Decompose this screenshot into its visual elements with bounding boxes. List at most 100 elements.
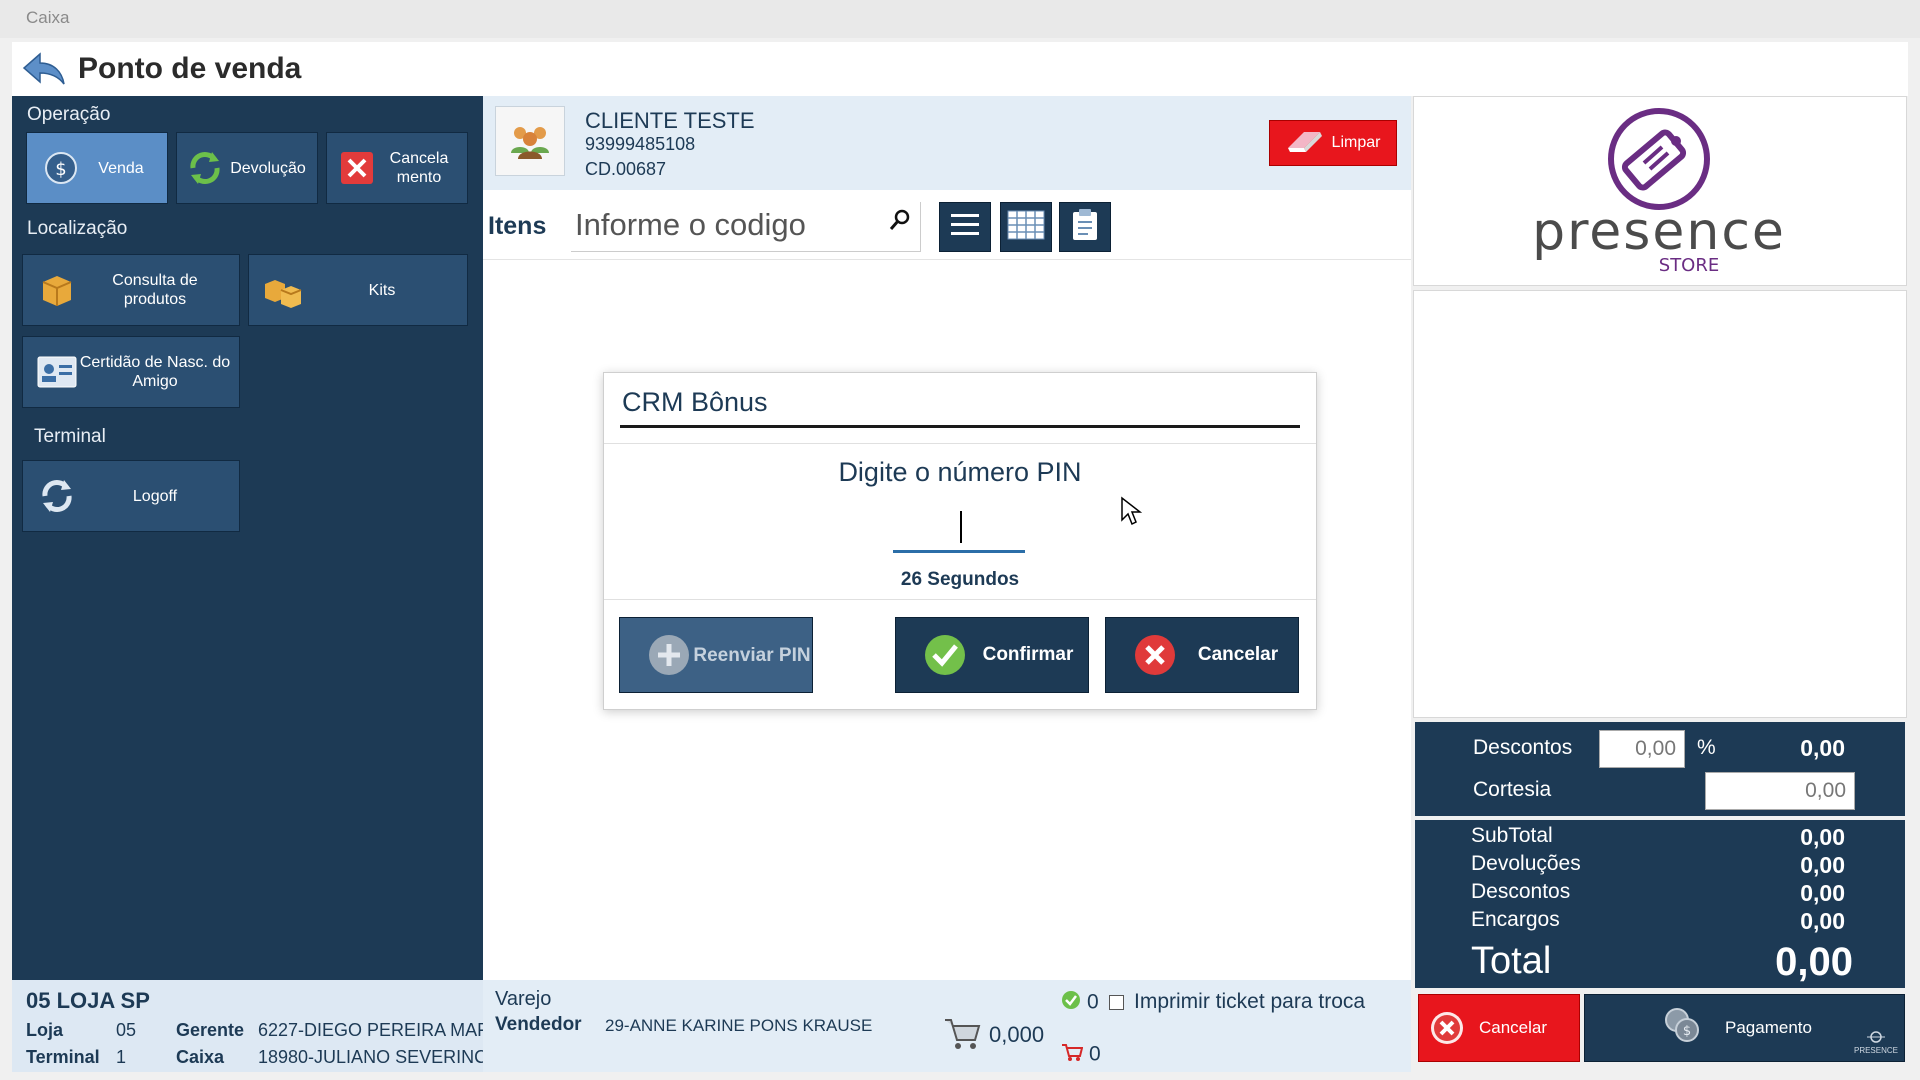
subtotal-label: SubTotal [1471,824,1553,847]
check-circle-icon [1061,990,1081,1016]
shopping-cart-icon [943,1014,981,1058]
confirm-button[interactable]: Confirmar [895,617,1089,693]
brand-logo-box: presence STORE [1413,96,1907,286]
print-ticket-checkbox[interactable]: Imprimir ticket para troca [1109,990,1365,1014]
dialog-divider [604,599,1316,600]
left-panel: Operação $ Venda Devolução Cancela mento… [12,96,483,980]
page-title: Ponto de venda [78,52,302,85]
vendedor-label: Vendedor [495,1014,582,1035]
mouse-cursor-icon [1120,496,1143,531]
store-info-panel: 05 LOJA SP Loja 05 Gerente 6227-DIEGO PEREI… [12,980,488,1072]
limpar-button[interactable]: Limpar [1269,120,1397,166]
clipboard-button[interactable] [1059,202,1111,252]
items-label: Itens [488,212,547,240]
cancel-sale-button[interactable]: Cancelar [1418,994,1580,1062]
window-title: Caixa [26,8,70,27]
sale-icon: $ [39,146,83,190]
svg-text:$: $ [55,159,66,180]
sync-icon [35,474,79,518]
consulta-produtos-button[interactable]: Consulta de produtos [22,254,240,326]
crm-bonus-dialog: CRM Bônus Digite o número PIN 26 Segundo… [603,372,1317,710]
check-circle-icon [925,635,965,675]
boxes-icon [261,268,305,312]
product-image-area [1413,290,1907,718]
total-label: Total [1471,940,1552,982]
customers-icon[interactable] [495,106,565,176]
devolucoes-value: 0,00 [1800,852,1845,878]
dialog-title: CRM Bônus [622,387,768,417]
cortesia-label: Cortesia [1473,778,1552,801]
subtotal-value: 0,00 [1800,824,1845,850]
section-operacao-label: Operação [27,104,111,125]
dialog-divider [604,443,1316,444]
cart-count: 0 [1061,1042,1101,1068]
section-terminal-label: Terminal [34,426,106,447]
descontos-label: Descontos [1473,736,1573,759]
page-header: Ponto de venda [12,42,1908,96]
presence-mark-icon [1866,1031,1885,1043]
pin-input[interactable] [893,505,1025,553]
presence-mini-logo: PRESENCE [1854,1030,1898,1055]
eraser-icon [1286,128,1324,159]
sale-channel: Varejo [495,988,552,1010]
window-titlebar: Caixa [0,0,1920,38]
coins-icon: $ [1663,1006,1703,1051]
search-icon[interactable] [888,208,912,237]
logoff-button[interactable]: Logoff [22,460,240,532]
refresh-green-icon [183,146,227,190]
dialog-title-underline [620,425,1300,428]
percent-sign: % [1697,736,1716,759]
text-caret [960,511,962,543]
client-phone: 93999485108 [585,134,696,154]
payment-button[interactable]: $ Pagamento PRESENCE [1584,994,1905,1062]
svg-text:presence: presence [1532,202,1786,262]
clipboard-icon [1070,208,1100,247]
venda-button[interactable]: $ Venda [26,132,168,204]
client-code: CD.00687 [585,159,667,179]
grid-view-button[interactable] [1000,202,1052,252]
cancel-button[interactable]: Cancelar [1105,617,1299,693]
svg-text:STORE: STORE [1659,255,1719,276]
descontos-total-label: Descontos [1471,880,1571,903]
discount-percent-input[interactable] [1599,730,1685,768]
box-icon [35,268,79,312]
store-loja-row: Loja 05 Gerente 6227-DIEGO PEREIRA MAF [26,1020,489,1040]
cancel-circle-icon [1431,1012,1463,1044]
kits-button[interactable]: Kits [248,254,468,326]
store-name: 05 LOJA SP [26,988,150,1013]
devolucao-button[interactable]: Devolução [176,132,318,204]
plus-circle-icon [649,635,689,675]
checked-count: 0 [1061,990,1099,1016]
cortesia-input[interactable] [1705,772,1855,810]
store-terminal-row: Terminal 1 Caixa 18980-JULIANO SEVERINC [26,1047,488,1067]
encargos-label: Encargos [1471,908,1560,931]
discounts-panel: Descontos % 0,00 Cortesia [1415,722,1905,816]
list-view-button[interactable] [939,202,991,252]
checkbox-box[interactable] [1109,994,1124,1010]
client-bar: CLIENTE TESTE 93999485108 CD.00687 Limpa… [483,96,1411,190]
pin-timer: 26 Segundos [900,569,1020,590]
sale-footer: Varejo Vendedor 29-ANNE KARINE PONS KRAU… [483,980,1411,1072]
item-code-input[interactable] [571,202,871,248]
cancelamento-button[interactable]: Cancela mento [326,132,468,204]
totals-panel: SubTotal 0,00 Devoluções 0,00 Descontos … [1415,820,1905,988]
cancel-circle-icon [1135,635,1175,675]
list-icon [949,211,981,244]
item-code-search [571,202,921,252]
descontos-total-value: 0,00 [1800,880,1845,906]
cancel-x-icon [335,146,379,190]
red-cart-icon [1061,1042,1084,1068]
grid-icon [1007,210,1045,245]
pin-prompt: Digite o número PIN [838,457,1082,487]
svg-text:$: $ [1683,1024,1691,1039]
section-localizacao-label: Localização [27,218,128,239]
back-arrow-icon[interactable] [20,50,68,88]
id-card-icon [35,350,79,394]
client-name: CLIENTE TESTE [585,108,755,133]
devolucoes-label: Devoluções [1471,852,1581,875]
presence-store-logo: presence STORE [1532,108,1786,276]
certidao-button[interactable]: Certidão de Nasc. do Amigo [22,336,240,408]
resend-pin-button[interactable]: Reenviar PIN [619,617,813,693]
quantity-display: 0,000 [943,1014,1044,1058]
descontos-value: 0,00 [1800,735,1845,761]
